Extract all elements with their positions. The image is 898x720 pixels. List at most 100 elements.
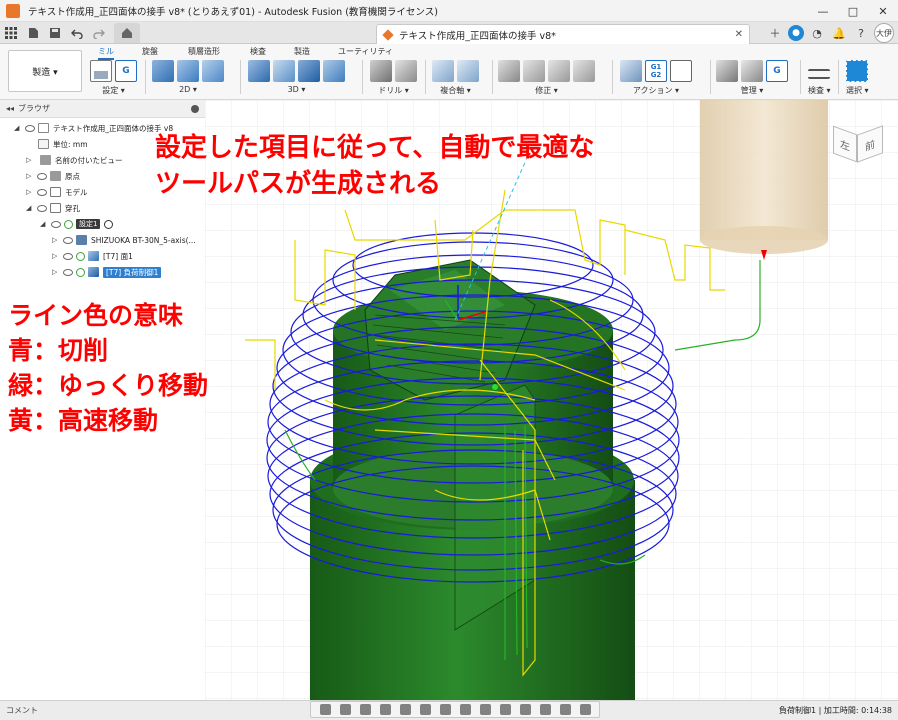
look-at-icon[interactable] [339, 704, 351, 715]
comments-label[interactable]: コメント [6, 705, 38, 716]
tree-item-face-op[interactable]: ▷ [T7] 面1 [52, 249, 133, 263]
section-analysis-icon[interactable] [559, 704, 571, 715]
pocket-clearing-3d-icon[interactable] [273, 60, 295, 82]
tab-utilities[interactable]: ユーティリティ [338, 46, 393, 57]
expand-arrow-icon[interactable]: ▷ [26, 188, 34, 196]
save-icon[interactable] [44, 22, 66, 44]
trim-toolpath-icon[interactable] [498, 60, 520, 82]
home-tab[interactable] [114, 22, 140, 43]
help-icon[interactable]: ? [852, 24, 870, 42]
grid-settings-icon[interactable] [439, 704, 451, 715]
browser-collapse-icon[interactable]: ◂◂ [6, 104, 14, 113]
visibility-eye-icon[interactable] [36, 188, 48, 196]
visibility-eye-icon[interactable] [62, 252, 74, 260]
maximize-button[interactable]: □ [838, 0, 868, 22]
visibility-eye-icon[interactable] [62, 236, 74, 244]
pattern-icon[interactable] [573, 60, 595, 82]
toolpath-display-icon[interactable] [519, 704, 531, 715]
redo-icon[interactable] [88, 22, 110, 44]
group-inspect-label[interactable]: 検査 ▾ [808, 85, 831, 96]
g-code-icon[interactable]: G [115, 60, 137, 82]
orbit-icon[interactable] [319, 704, 331, 715]
document-tab[interactable]: テキスト作成用_正四面体の接手 v8* ✕ [376, 24, 750, 44]
simulate-icon[interactable] [620, 60, 642, 82]
group-setup-label[interactable]: 設定 ▾ [90, 85, 137, 96]
tree-item-drilling[interactable]: ◢ 穿孔 [26, 201, 80, 215]
close-tab-icon[interactable]: ✕ [735, 29, 743, 40]
delete-toolpath-icon[interactable] [523, 60, 545, 82]
drill-icon[interactable] [370, 60, 392, 82]
tab-additive[interactable]: 積層造形 [188, 46, 220, 57]
group-modify-label[interactable]: 修正 ▾ [498, 85, 595, 96]
extensions-icon[interactable]: ● [788, 25, 804, 41]
tree-item-model[interactable]: ▷ モデル [26, 185, 88, 199]
expand-arrow-icon[interactable]: ◢ [26, 204, 34, 212]
tool-display-icon[interactable] [539, 704, 551, 715]
setup-icon[interactable] [90, 60, 112, 82]
tool-library-icon[interactable] [716, 60, 738, 82]
viewports-icon[interactable] [459, 704, 471, 715]
expand-arrow-icon[interactable]: ◢ [40, 220, 48, 228]
apps-grid-icon[interactable] [0, 22, 22, 44]
multi-axis-contour-icon[interactable] [432, 60, 454, 82]
workspace-selector[interactable]: 製造 ▾ [8, 50, 82, 92]
simulation-icon[interactable] [499, 704, 511, 715]
view-cube-front-face[interactable]: 前 [857, 125, 883, 163]
pin-icon[interactable] [191, 104, 199, 113]
scallop-icon[interactable] [323, 60, 345, 82]
steep-and-shallow-icon[interactable] [298, 60, 320, 82]
tab-turning[interactable]: 旋盤 [142, 46, 158, 57]
stock-display-icon[interactable] [479, 704, 491, 715]
view-cube-left-face[interactable]: 左 [833, 125, 857, 163]
expand-arrow-icon[interactable]: ▷ [52, 268, 60, 276]
post-library-icon[interactable]: G [766, 60, 788, 82]
swarf-icon[interactable] [457, 60, 479, 82]
expand-arrow-icon[interactable]: ▷ [52, 236, 60, 244]
tree-item-adaptive-op[interactable]: ▷ [T7] 負荷制御1 [52, 265, 162, 279]
visibility-eye-icon[interactable] [36, 204, 48, 212]
undo-icon[interactable] [66, 22, 88, 44]
pan-icon[interactable] [359, 704, 371, 715]
tree-item-origin[interactable]: ▷ 原点 [26, 169, 80, 183]
notifications-icon[interactable]: 🔔 [830, 24, 848, 42]
file-menu-icon[interactable] [22, 22, 44, 44]
post-process-icon[interactable]: G1 G2 [645, 60, 667, 82]
adaptive-clearing-3d-icon[interactable] [248, 60, 270, 82]
setup-sheet-icon[interactable] [670, 60, 692, 82]
browser-header[interactable]: ◂◂ ブラウザ [0, 100, 205, 118]
close-window-button[interactable]: ✕ [868, 0, 898, 22]
expand-arrow-icon[interactable]: ▷ [26, 172, 34, 180]
display-settings-icon[interactable] [419, 704, 431, 715]
tree-item-named-views[interactable]: ▷ 名前の付いたビュー [26, 153, 123, 167]
fit-icon[interactable] [399, 704, 411, 715]
tree-item-document[interactable]: ◢ テキスト作成用_正四面体の接手 v8 [14, 121, 173, 135]
new-tab-icon[interactable]: ＋ [766, 24, 784, 42]
visibility-eye-icon[interactable] [36, 172, 48, 180]
measure-icon[interactable] [808, 69, 830, 79]
select-icon[interactable] [846, 60, 868, 82]
group-actions-label[interactable]: アクション ▾ [620, 85, 692, 96]
visibility-eye-icon[interactable] [62, 268, 74, 276]
zoom-icon[interactable] [379, 704, 391, 715]
group-2d-label[interactable]: 2D ▾ [152, 85, 224, 94]
expand-arrow-icon[interactable]: ▷ [26, 156, 34, 164]
group-drilling-label[interactable]: ドリル ▾ [370, 85, 417, 96]
minimize-button[interactable]: — [808, 0, 838, 22]
group-manage-label[interactable]: 管理 ▾ [716, 85, 788, 96]
pocket-2d-icon[interactable] [177, 60, 199, 82]
group-select-label[interactable]: 選択 ▾ [846, 85, 869, 96]
user-avatar[interactable]: 大伊 [874, 23, 894, 43]
group-3d-label[interactable]: 3D ▾ [248, 85, 345, 94]
visibility-eye-icon[interactable] [50, 220, 62, 228]
expand-arrow-icon[interactable]: ▷ [52, 252, 60, 260]
expand-arrow-icon[interactable]: ◢ [14, 124, 22, 132]
tab-inspection[interactable]: 検査 [250, 46, 266, 57]
tree-item-setup[interactable]: ◢ 設定1 [40, 217, 114, 231]
machine-library-icon[interactable] [741, 60, 763, 82]
effects-icon[interactable] [579, 704, 591, 715]
hole-recognition-icon[interactable] [395, 60, 417, 82]
adaptive-clearing-2d-icon[interactable] [152, 60, 174, 82]
face-icon[interactable] [202, 60, 224, 82]
tree-item-units[interactable]: 単位: mm [30, 137, 88, 151]
tab-fabrication[interactable]: 製造 [294, 46, 310, 57]
